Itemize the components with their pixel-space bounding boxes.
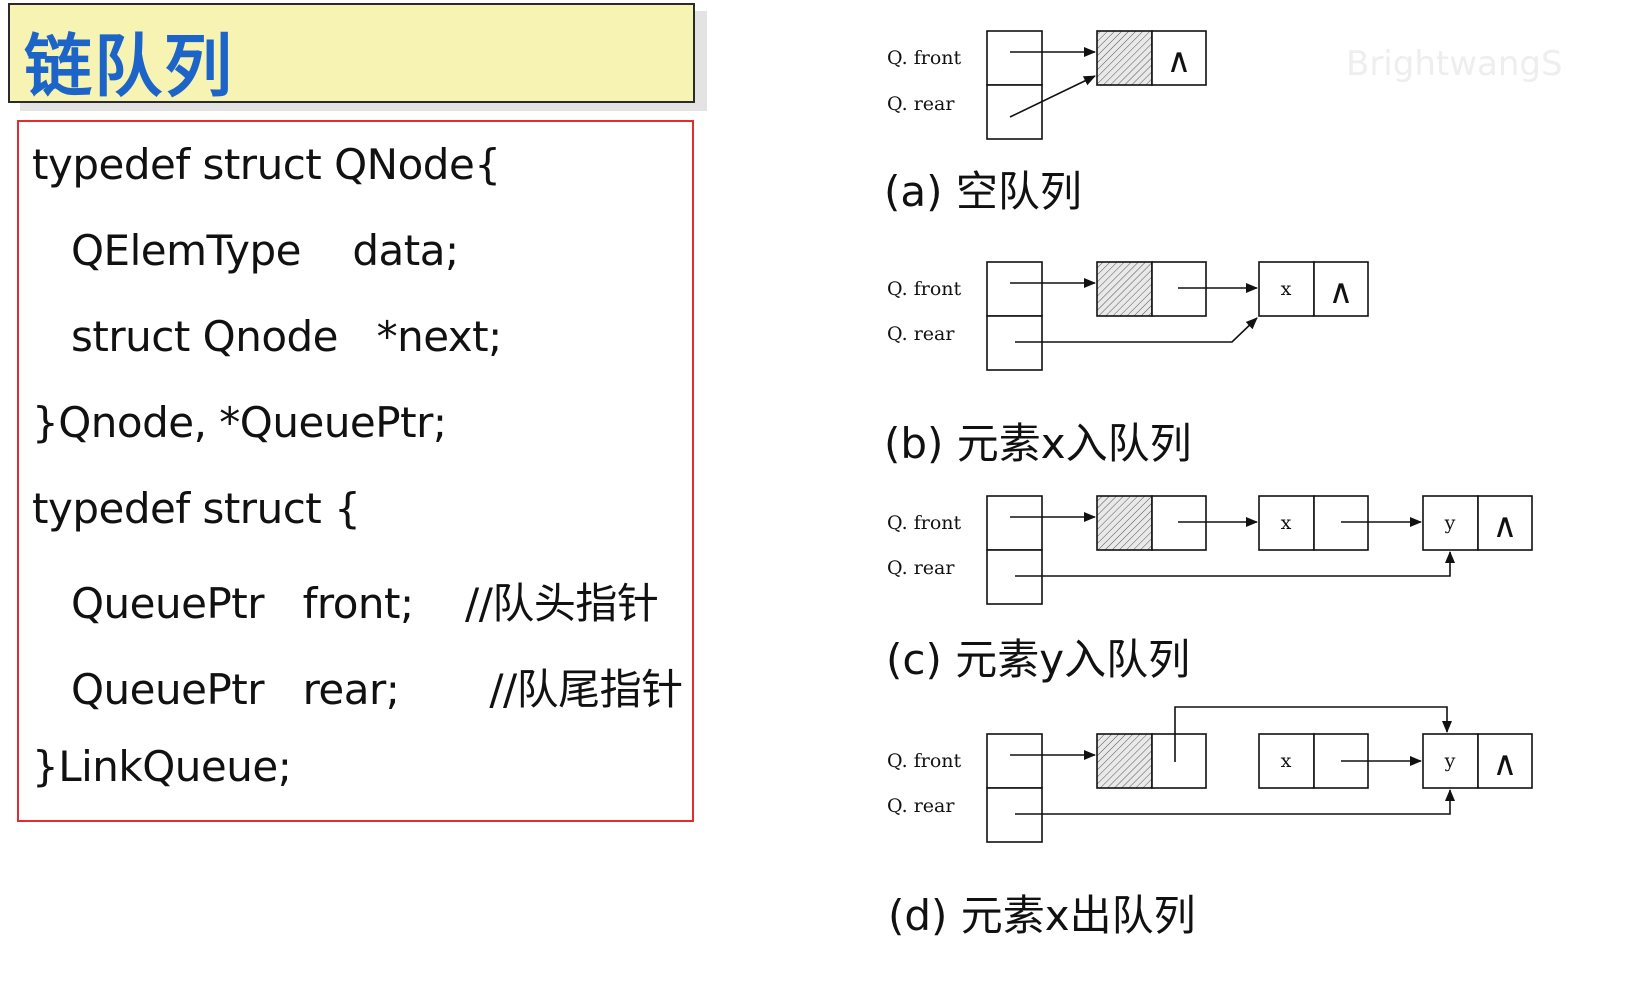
diagram-a: Q. front Q. rear ∧ (887, 30, 1207, 140)
rear-label: Q. rear (887, 323, 955, 345)
caption-b: (b) 元素x入队列 (884, 419, 1192, 468)
rear-pointer-cell (986, 549, 1043, 605)
diagram-b: Q. front Q. rear x ∧ (887, 261, 1369, 371)
rear-arrow (1015, 317, 1258, 343)
node-x-next (1313, 495, 1369, 551)
rear-label: Q. rear (887, 93, 955, 115)
front-label: Q. front (887, 278, 962, 300)
node-y-value: y (1444, 512, 1456, 534)
rear-label: Q. rear (887, 557, 955, 579)
node-x-value: x (1281, 750, 1292, 772)
rear-arrow (1015, 551, 1455, 577)
rear-label: Q. rear (887, 795, 955, 817)
nil-symbol: ∧ (1167, 41, 1192, 81)
front-pointer-cell (986, 733, 1043, 789)
head-node-data (1096, 261, 1153, 317)
caption-c: (c) 元素y入队列 (886, 635, 1191, 684)
front-label: Q. front (887, 750, 962, 772)
node-y-value: y (1444, 750, 1456, 772)
rear-pointer-cell (986, 84, 1043, 140)
head-node-data (1096, 495, 1153, 551)
nil-symbol: ∧ (1493, 744, 1518, 784)
rear-pointer-cell (986, 315, 1043, 371)
head-node-next (1151, 261, 1207, 317)
rear-arrow (1015, 789, 1455, 815)
head-node-next (1151, 495, 1207, 551)
head-node-next (1151, 733, 1207, 789)
nil-symbol: ∧ (1493, 506, 1518, 546)
node-x-value: x (1281, 278, 1292, 300)
diagram-d: Q. front Q. rear x y ∧ (887, 706, 1533, 843)
queue-diagrams: Q. front Q. rear ∧ Q. front Q. rear x ∧ … (887, 30, 1533, 843)
node-x-value: x (1281, 512, 1292, 534)
caption-a: (a) 空队列 (884, 167, 1082, 216)
head-node-data (1096, 733, 1153, 789)
front-pointer-cell (986, 261, 1043, 317)
caption-d: (d) 元素x出队列 (888, 891, 1196, 940)
rear-pointer-cell (986, 787, 1043, 843)
front-pointer-cell (986, 495, 1043, 551)
head-node-data (1096, 30, 1153, 86)
front-label: Q. front (887, 47, 962, 69)
front-label: Q. front (887, 512, 962, 534)
nil-symbol: ∧ (1329, 272, 1354, 312)
diagram-c: Q. front Q. rear x y ∧ (887, 495, 1533, 605)
front-pointer-cell (986, 30, 1043, 86)
